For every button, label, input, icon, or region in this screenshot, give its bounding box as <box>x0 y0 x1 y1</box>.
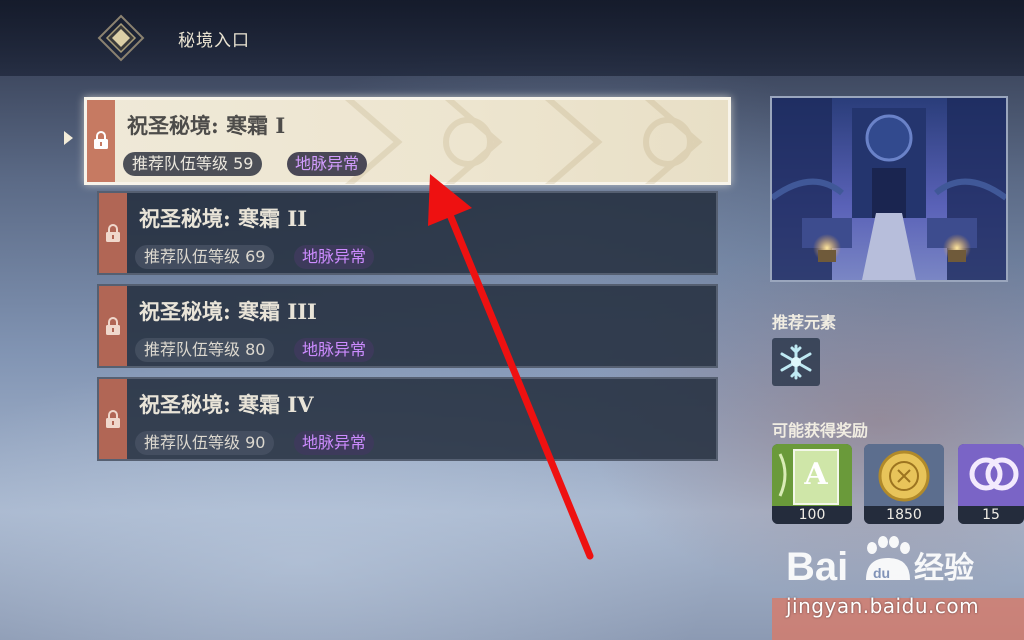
companionship-exp-icon <box>958 444 1024 506</box>
reward-count: 1850 <box>864 506 944 524</box>
lock-icon <box>106 224 120 242</box>
domain-card-3[interactable]: 祝圣秘境: 寒霜 III 推荐队伍等级 80 地脉异常 <box>97 284 718 368</box>
domain-preview-image <box>770 96 1008 282</box>
svg-text:A: A <box>803 457 828 492</box>
rewards-label: 可能获得奖励 <box>772 421 869 440</box>
ley-line-disorder-badge[interactable]: 地脉异常 <box>294 431 375 455</box>
domain-card-2[interactable]: 祝圣秘境: 寒霜 II 推荐队伍等级 69 地脉异常 <box>97 191 718 275</box>
reward-item-1[interactable]: A 100 <box>772 444 852 524</box>
watermark-url: jingyan.baidu.com <box>786 594 980 618</box>
domain-name: 祝圣秘境: 寒霜 II <box>139 206 308 231</box>
reward-item-2[interactable]: 1850 <box>864 444 944 524</box>
lock-icon <box>106 410 120 428</box>
svg-text:经验: 经验 <box>914 551 974 586</box>
domain-card-4[interactable]: 祝圣秘境: 寒霜 IV 推荐队伍等级 90 地脉异常 <box>97 377 718 461</box>
domain-name: 祝圣秘境: 寒霜 IV <box>139 392 314 417</box>
recommended-level-badge: 推荐队伍等级 80 <box>135 338 275 362</box>
domain-preview-art <box>772 98 1006 280</box>
lock-icon <box>106 317 120 335</box>
mora-coin-icon <box>864 444 944 506</box>
domain-name: 祝圣秘境: 寒霜 III <box>139 299 317 324</box>
ley-line-disorder-badge[interactable]: 地脉异常 <box>287 152 368 176</box>
reward-count: 15 <box>958 506 1024 524</box>
recommended-level-badge: 推荐队伍等级 90 <box>135 431 275 455</box>
lock-strip <box>99 193 127 273</box>
cryo-icon <box>780 344 812 380</box>
page-title: 秘境入口 <box>178 31 250 51</box>
recommended-element-label: 推荐元素 <box>772 313 837 332</box>
reward-item-3[interactable]: 15 <box>958 444 1024 524</box>
card-pattern-decoration <box>344 100 703 184</box>
selection-indicator-icon <box>64 131 73 145</box>
lock-strip <box>99 379 127 459</box>
lock-icon <box>94 131 108 149</box>
domain-name: 祝圣秘境: 寒霜 I <box>127 113 286 138</box>
lock-strip <box>99 286 127 366</box>
recommended-level-badge: 推荐队伍等级 69 <box>135 245 275 269</box>
ascension-material-icon: A <box>772 444 852 506</box>
ley-line-disorder-badge[interactable]: 地脉异常 <box>294 338 375 362</box>
recommended-element-slot <box>772 338 820 386</box>
top-bar: 秘境入口 <box>0 0 1024 76</box>
domain-emblem-icon <box>97 14 145 62</box>
recommended-level-badge: 推荐队伍等级 59 <box>123 152 263 176</box>
domain-card-1[interactable]: 祝圣秘境: 寒霜 I 推荐队伍等级 59 地脉异常 <box>84 97 731 185</box>
svg-text:Bai: Bai <box>786 545 848 589</box>
svg-text:du: du <box>873 565 890 581</box>
lock-strip <box>87 100 115 182</box>
ley-line-disorder-badge[interactable]: 地脉异常 <box>294 245 375 269</box>
reward-count: 100 <box>772 506 852 524</box>
